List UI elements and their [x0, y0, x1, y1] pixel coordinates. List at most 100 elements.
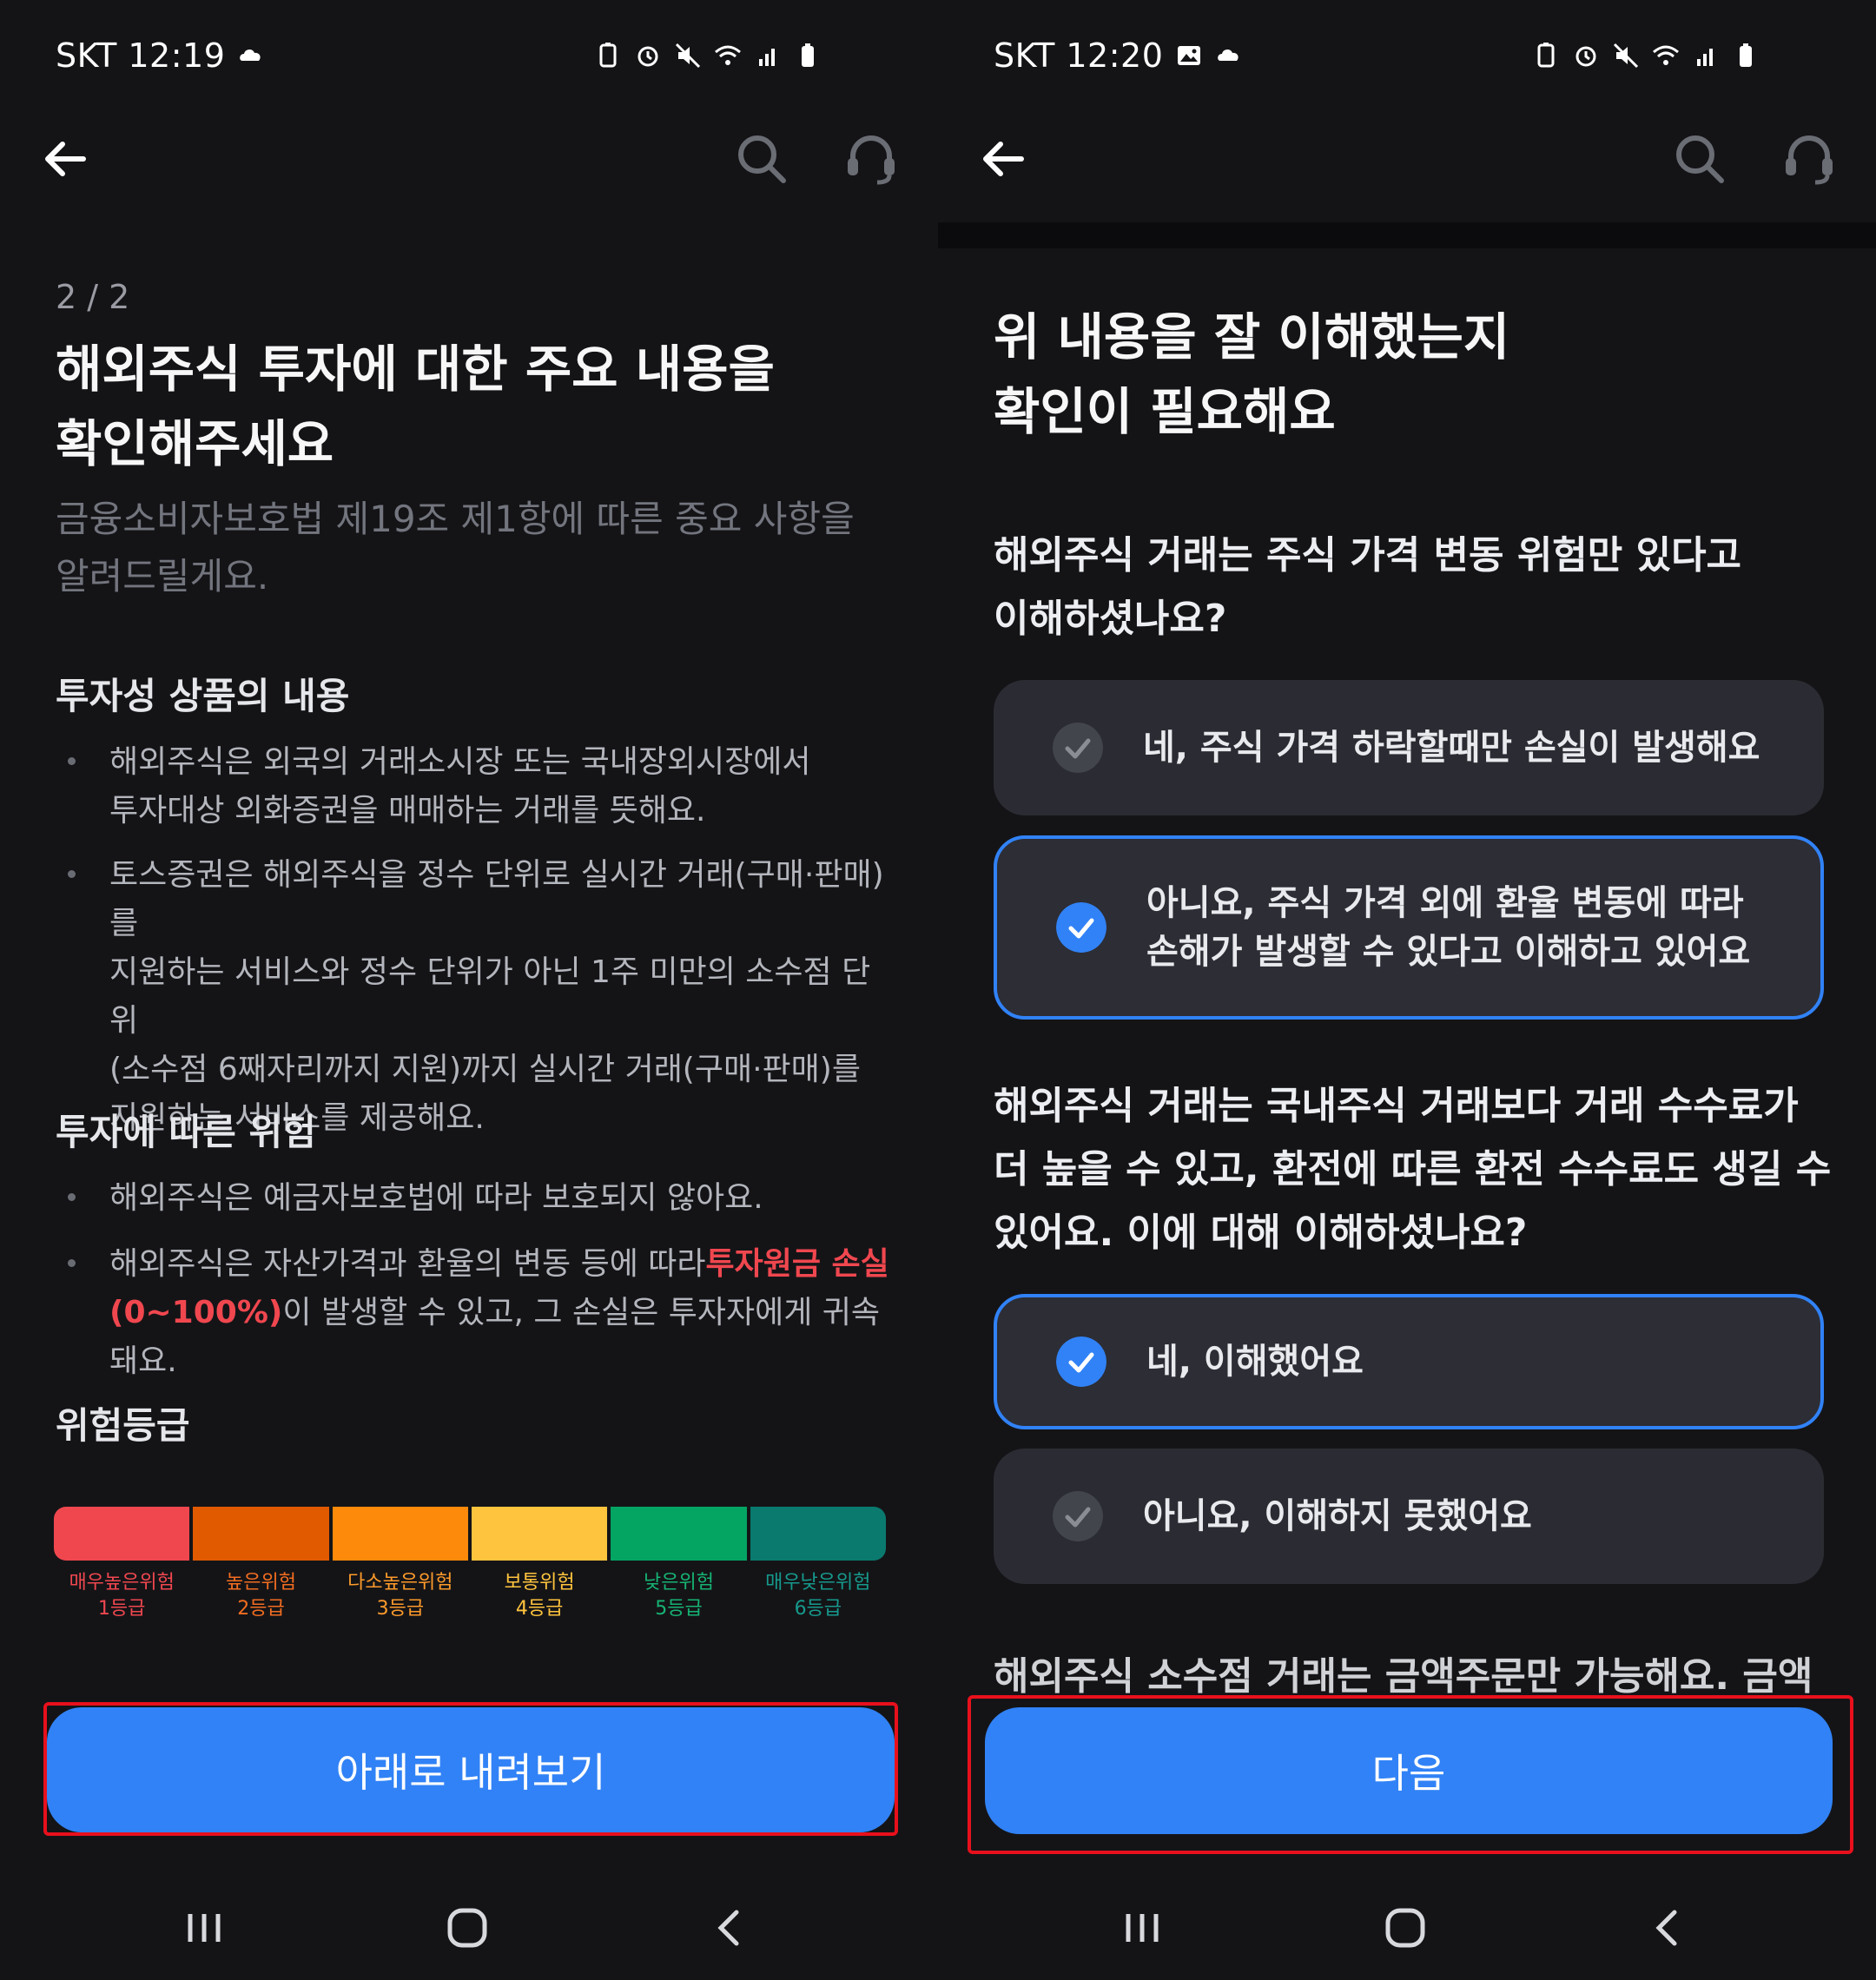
mute-icon	[675, 43, 701, 69]
risk-grade-label: 다소높은위험 3등급	[333, 1570, 468, 1622]
notification-icon	[1218, 49, 1239, 61]
bullet-dot	[68, 757, 76, 765]
risk-grade-level: 3등급	[376, 1598, 425, 1620]
risk-grade-segment	[193, 1507, 329, 1561]
question-line: 해외주식 거래는 주식 가격 변동 위험만 있다고	[994, 533, 1742, 578]
risk-grade-name: 매우높은위험	[69, 1572, 175, 1594]
search-icon[interactable]	[1671, 130, 1728, 188]
check-circle-icon	[1053, 723, 1103, 773]
bullet-line: 지원하는 서비스와 정수 단위가 아닌 1주 미만의 소수점 단위	[109, 954, 871, 1039]
q1-option-yes[interactable]: 네, 주식 가격 하락할때만 손실이 발생해요	[994, 680, 1824, 815]
option-label: 손해가 발생할 수 있다고 이해하고 있어요	[1146, 932, 1751, 972]
bullet-line: (소수점 6째자리까지 지원)까지 실시간 거래(구매·판매)를	[109, 1052, 861, 1087]
risk-grade-bar	[54, 1507, 886, 1561]
risk-grade-segment	[750, 1507, 886, 1561]
customer-support-icon[interactable]	[1780, 130, 1838, 188]
bullet-item: 해외주식은 외국의 거래소시장 또는 국내장외시장에서 투자대상 외화증권을 매…	[56, 738, 898, 835]
q1-option-no[interactable]: 아니요, 주식 가격 외에 환율 변동에 따라 손해가 발생할 수 있다고 이해…	[994, 835, 1824, 1020]
home-icon[interactable]	[1379, 1902, 1431, 1954]
navigation-bar	[938, 1893, 1876, 1963]
section-divider	[938, 222, 1876, 248]
question-line: 해외주식 거래는 국내주식 거래보다 거래 수수료가	[994, 1084, 1799, 1128]
option-label: 네, 주식 가격 하락할때만 손실이 발생해요	[1143, 728, 1760, 768]
back-icon[interactable]	[1642, 1902, 1694, 1954]
status-bar: SKT 12:20	[994, 36, 1820, 80]
risk-grade-segment	[54, 1507, 190, 1561]
left-screen: SKT 12:19 2 / 2 해외주식 투자에 대한 주요 내용을 확인해주세…	[0, 0, 938, 1980]
risk-grade-level: 2등급	[237, 1598, 285, 1620]
bullet-text: 해외주식은 자산가격과 환율의 변동 등에 따라	[109, 1246, 706, 1282]
page-subtitle-line: 알려드릴게요.	[56, 555, 269, 597]
alarm-icon	[637, 46, 658, 67]
bullet-line: 투자대상 외화증권을 매매하는 거래를 뜻해요.	[109, 793, 706, 828]
risk-grade-level: 5등급	[655, 1598, 703, 1620]
scroll-down-button[interactable]: 아래로 내려보기	[47, 1707, 895, 1832]
back-icon[interactable]	[704, 1902, 756, 1954]
top-bar	[976, 130, 1838, 188]
bullet-dot	[68, 870, 76, 878]
battery-saver-icon	[1537, 43, 1555, 68]
section-heading-risk: 투자에 따른 위험	[56, 1111, 316, 1153]
home-icon[interactable]	[441, 1902, 493, 1954]
check-circle-selected-icon	[1056, 1336, 1106, 1387]
signal-icon	[1697, 49, 1713, 66]
risk-grade-label: 높은위험 2등급	[193, 1570, 328, 1622]
status-bar: SKT 12:19	[56, 36, 882, 80]
bullet-item: 해외주식은 자산가격과 환율의 변동 등에 따라투자원금 손실 (0~100%)…	[56, 1240, 898, 1386]
page-title-line: 위 내용을 잘 이해했는지	[994, 307, 1510, 366]
back-arrow-icon[interactable]	[38, 130, 96, 188]
page-subtitle: 금융소비자보호법 제19조 제1항에 따른 중요 사항을 알려드릴게요.	[56, 491, 889, 605]
risk-grade-name: 낮은위험	[643, 1572, 714, 1594]
risk-grade-name: 높은위험	[226, 1572, 296, 1594]
gallery-icon	[1178, 46, 1201, 65]
bullet-dot	[68, 1259, 76, 1267]
search-icon[interactable]	[733, 130, 790, 188]
carrier-time: SKT 12:19	[56, 36, 226, 75]
battery-icon	[1740, 43, 1752, 67]
page-title: 해외주식 투자에 대한 주요 내용을 확인해주세요	[56, 332, 889, 481]
question-3-partial: 해외주식 소수점 거래는 금액주문만 가능해요. 금액	[994, 1654, 1813, 1695]
battery-saver-icon	[599, 43, 617, 68]
option-label: 아니요, 주식 가격 외에 환율 변동에 따라	[1146, 883, 1744, 923]
risk-grade-name: 매우낮은위험	[765, 1572, 871, 1594]
next-button[interactable]: 다음	[985, 1707, 1833, 1834]
q2-option-no[interactable]: 아니요, 이해하지 못했어요	[994, 1449, 1824, 1584]
recent-apps-icon[interactable]	[178, 1902, 230, 1954]
question-line: 이해하셨나요?	[994, 597, 1227, 641]
option-label: 아니요, 이해하지 못했어요	[1143, 1496, 1532, 1536]
q2-option-yes[interactable]: 네, 이해했어요	[994, 1294, 1824, 1429]
page-title-line: 확인이 필요해요	[994, 382, 1336, 441]
risk-grade-name: 보통위험	[504, 1572, 575, 1594]
warning-text: 투자원금 손실	[705, 1246, 889, 1282]
risk-grade-level: 4등급	[515, 1598, 564, 1620]
risk-grade-label: 매우낮은위험 6등급	[750, 1570, 886, 1622]
bullet-item: 토스증권은 해외주식을 정수 단위로 실시간 거래(구매·판매)를 지원하는 서…	[56, 851, 898, 1143]
risk-grade-label: 매우높은위험 1등급	[54, 1570, 189, 1622]
risk-grade-segment	[611, 1507, 747, 1561]
customer-support-icon[interactable]	[842, 130, 900, 188]
wifi-icon	[715, 45, 741, 65]
check-circle-icon	[1053, 1491, 1103, 1541]
page-subtitle-line: 금융소비자보호법 제19조 제1항에 따른 중요 사항을	[56, 498, 855, 540]
mute-icon	[1613, 43, 1639, 69]
risk-grade-level: 6등급	[794, 1598, 842, 1620]
question-1: 해외주식 거래는 주식 가격 변동 위험만 있다고 이해하셨나요?	[994, 524, 1862, 650]
risk-grade-segment	[471, 1507, 608, 1561]
signal-icon	[759, 49, 775, 66]
risk-grade-labels: 매우높은위험 1등급 높은위험 2등급 다소높은위험 3등급 보통위험 4등급 낮은위험 5등급 매…	[54, 1570, 886, 1622]
page-title-line: 해외주식 투자에 대한 주요 내용을	[56, 340, 775, 399]
risk-grade-label: 낮은위험 5등급	[611, 1570, 746, 1622]
bullet-dot	[68, 1193, 76, 1201]
section-heading-risk-grade: 위험등급	[56, 1404, 190, 1447]
page-title: 위 내용을 잘 이해했는지 확인이 필요해요	[994, 300, 1827, 449]
page-title-line: 확인해주세요	[56, 414, 334, 473]
top-bar	[38, 130, 900, 188]
question-2: 해외주식 거래는 국내주식 거래보다 거래 수수료가 더 높을 수 있고, 환전…	[994, 1074, 1862, 1264]
risk-grade-segment	[332, 1507, 468, 1561]
bullet-item: 해외주식은 예금자보호법에 따라 보호되지 않아요.	[56, 1174, 898, 1223]
navigation-bar	[0, 1893, 938, 1963]
recent-apps-icon[interactable]	[1116, 1902, 1168, 1954]
back-arrow-icon[interactable]	[976, 130, 1034, 188]
question-line: 더 높을 수 있고, 환전에 따른 환전 수수료도 생길 수	[994, 1147, 1832, 1191]
section-heading-product: 투자성 상품의 내용	[56, 675, 350, 717]
